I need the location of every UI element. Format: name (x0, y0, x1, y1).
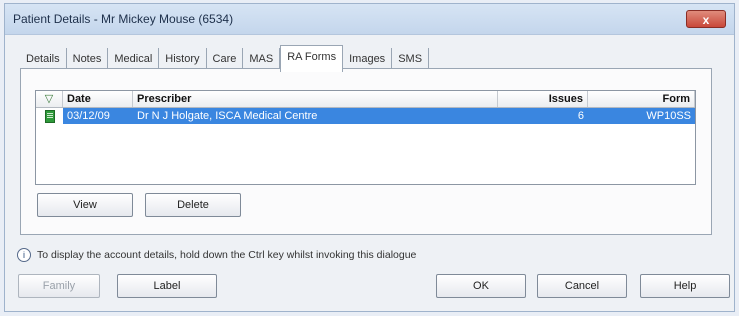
filter-icon[interactable]: ▽ (36, 91, 63, 107)
column-header-form[interactable]: Form (588, 91, 695, 107)
close-button[interactable]: x (686, 10, 726, 28)
ok-button[interactable]: OK (436, 274, 526, 298)
label-button[interactable]: Label (117, 274, 217, 298)
column-header-date[interactable]: Date (63, 91, 133, 107)
cell-issues[interactable]: 6 (498, 108, 588, 124)
family-button[interactable]: Family (18, 274, 100, 298)
document-icon-cell (36, 108, 63, 124)
tab-history[interactable]: History (159, 48, 207, 69)
cell-form[interactable]: WP10SS (588, 108, 695, 124)
cell-prescriber[interactable]: Dr N J Holgate, ISCA Medical Centre (133, 108, 498, 124)
tab-notes[interactable]: Notes (67, 48, 109, 69)
tab-mas[interactable]: MAS (243, 48, 281, 69)
tab-details[interactable]: Details (20, 48, 67, 69)
ra-forms-grid[interactable]: ▽ Date Prescriber Issues Form 03/12/09 D… (35, 90, 696, 185)
tab-sms[interactable]: SMS (392, 48, 430, 69)
grid-header: ▽ Date Prescriber Issues Form (36, 91, 695, 108)
table-row[interactable]: 03/12/09 Dr N J Holgate, ISCA Medical Ce… (36, 108, 695, 124)
view-button[interactable]: View (37, 193, 133, 217)
document-icon (44, 110, 55, 123)
tab-ra-forms[interactable]: RA Forms (280, 45, 344, 72)
tab-strip: Details Notes Medical History Care MAS R… (20, 45, 430, 72)
column-header-prescriber[interactable]: Prescriber (133, 91, 498, 107)
info-text: To display the account details, hold dow… (37, 249, 417, 261)
tab-images[interactable]: Images (343, 48, 393, 69)
column-header-issues[interactable]: Issues (498, 91, 588, 107)
ra-forms-panel: ▽ Date Prescriber Issues Form 03/12/09 D… (20, 68, 712, 235)
cancel-button[interactable]: Cancel (537, 274, 627, 298)
help-button[interactable]: Help (640, 274, 730, 298)
title-bar: Patient Details - Mr Mickey Mouse (6534)… (5, 4, 734, 35)
window-title: Patient Details - Mr Mickey Mouse (6534) (13, 12, 234, 26)
tab-care[interactable]: Care (207, 48, 244, 69)
delete-button[interactable]: Delete (145, 193, 241, 217)
info-icon: i (17, 248, 31, 262)
tab-medical[interactable]: Medical (108, 48, 160, 69)
info-message: i To display the account details, hold d… (17, 248, 416, 262)
cell-date[interactable]: 03/12/09 (63, 108, 133, 124)
